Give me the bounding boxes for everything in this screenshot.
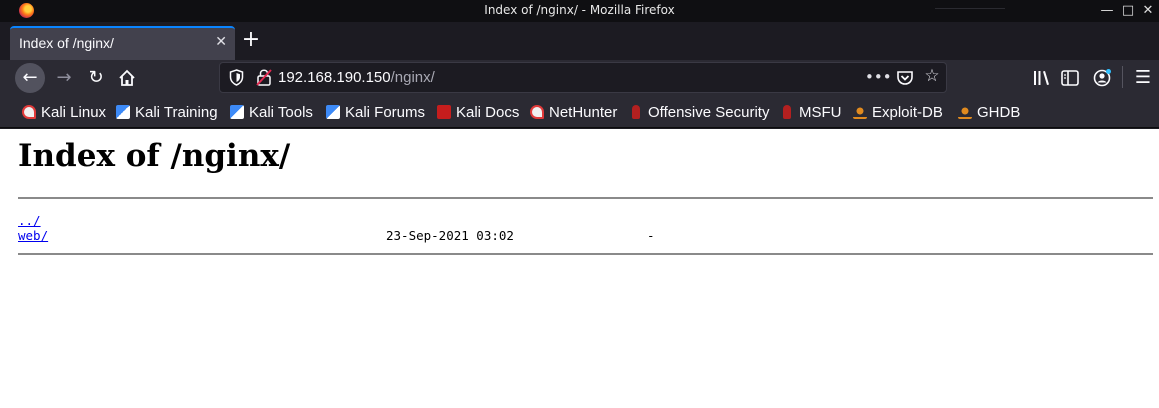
- page-heading: Index of /nginx/: [18, 138, 291, 174]
- list-item: web/ 23-Sep-2021 03:02 -: [18, 228, 718, 243]
- directory-listing: ../ web/ 23-Sep-2021 03:02 -: [18, 213, 718, 243]
- tab-title: Index of /nginx/: [19, 35, 114, 51]
- close-window-icon[interactable]: ✕: [1140, 3, 1156, 19]
- sidebar-icon[interactable]: [1058, 66, 1082, 90]
- toolbar-separator: [1122, 66, 1123, 88]
- bookmark-label: Offensive Security: [648, 103, 770, 121]
- bookmark-label: Kali Tools: [249, 103, 313, 121]
- url-text[interactable]: 192.168.190.150/nginx/: [278, 69, 435, 86]
- bookmark-label: Exploit-DB: [872, 103, 943, 121]
- parent-directory-link[interactable]: ../: [18, 213, 41, 228]
- ghdb-icon: [958, 105, 972, 119]
- msfu-icon: [783, 105, 791, 119]
- window-title: Index of /nginx/ - Mozilla Firefox: [484, 3, 675, 17]
- account-icon[interactable]: [1090, 66, 1114, 90]
- bookmark-label: Kali Training: [135, 103, 218, 121]
- bookmark-star-icon[interactable]: ☆: [921, 66, 943, 86]
- url-path: /nginx/: [390, 69, 435, 86]
- bookmarks-toolbar: Kali Linux Kali Training Kali Tools Kali…: [0, 96, 1159, 128]
- offsec-icon: [632, 105, 640, 119]
- entry-size: -: [647, 228, 655, 243]
- bookmark-label: Kali Linux: [41, 103, 107, 121]
- page-actions-menu-icon[interactable]: •••: [865, 68, 892, 86]
- bottom-divider: [18, 253, 1153, 255]
- reload-button[interactable]: ↻: [81, 63, 111, 93]
- bookmark-nethunter[interactable]: NetHunter: [530, 103, 617, 121]
- bookmark-kali-docs[interactable]: Kali Docs: [437, 103, 519, 121]
- url-host: 192.168.190.150: [278, 69, 391, 86]
- bookmark-label: NetHunter: [549, 103, 618, 121]
- titlebar-divider: [935, 8, 1005, 9]
- back-button[interactable]: ←: [15, 63, 45, 93]
- url-bar[interactable]: 192.168.190.150/nginx/ ••• ☆: [219, 62, 947, 93]
- bookmark-ghdb[interactable]: GHDB: [958, 103, 1020, 121]
- bookmark-kali-tools[interactable]: Kali Tools: [230, 103, 313, 121]
- home-button[interactable]: [112, 63, 142, 93]
- exploit-db-icon: [853, 105, 867, 119]
- tab-active[interactable]: Index of /nginx/ ✕: [10, 26, 235, 60]
- bookmark-label: MSFU: [799, 103, 842, 121]
- entry-date: 23-Sep-2021 03:02: [386, 228, 514, 243]
- bookmark-kali-linux[interactable]: Kali Linux: [22, 103, 106, 121]
- minimize-icon[interactable]: —: [1099, 3, 1115, 19]
- kali-docs-icon: [437, 105, 451, 119]
- bookmark-kali-training[interactable]: Kali Training: [116, 103, 218, 121]
- hamburger-menu-icon[interactable]: ☰: [1131, 66, 1155, 90]
- kali-forums-icon: [326, 105, 340, 119]
- bookmark-exploit-db[interactable]: Exploit-DB: [853, 103, 943, 121]
- bookmark-kali-forums[interactable]: Kali Forums: [326, 103, 425, 121]
- home-icon: [119, 69, 135, 86]
- library-icon[interactable]: [1030, 66, 1054, 90]
- insecure-lock-icon[interactable]: [256, 69, 272, 86]
- nethunter-icon: [530, 105, 544, 119]
- top-divider: [18, 197, 1153, 199]
- kali-tools-icon: [230, 105, 244, 119]
- bookmark-offensive-security[interactable]: Offensive Security: [629, 103, 769, 121]
- list-item: ../: [18, 213, 718, 228]
- bookmark-msfu[interactable]: MSFU: [780, 103, 842, 121]
- page-content: Index of /nginx/ ../ web/ 23-Sep-2021 03…: [0, 129, 1159, 408]
- window-titlebar: Index of /nginx/ - Mozilla Firefox — □ ✕: [0, 0, 1159, 22]
- maximize-icon[interactable]: □: [1120, 3, 1136, 19]
- kali-icon: [22, 105, 36, 119]
- tab-strip: Index of /nginx/ ✕ +: [0, 22, 1159, 60]
- kali-training-icon: [116, 105, 130, 119]
- bookmark-label: Kali Docs: [456, 103, 520, 121]
- navigation-toolbar: ← → ↻ 192.168.190.150/nginx/ ••• ☆ ☰: [0, 60, 1159, 96]
- bookmark-label: Kali Forums: [345, 103, 426, 121]
- pocket-icon[interactable]: [896, 69, 914, 87]
- tracking-protection-shield-icon[interactable]: [229, 69, 244, 86]
- web-directory-link[interactable]: web/: [18, 228, 48, 243]
- close-tab-icon[interactable]: ✕: [215, 34, 227, 50]
- new-tab-button[interactable]: +: [240, 29, 262, 52]
- forward-button[interactable]: →: [49, 63, 79, 93]
- bookmark-label: GHDB: [977, 103, 1021, 121]
